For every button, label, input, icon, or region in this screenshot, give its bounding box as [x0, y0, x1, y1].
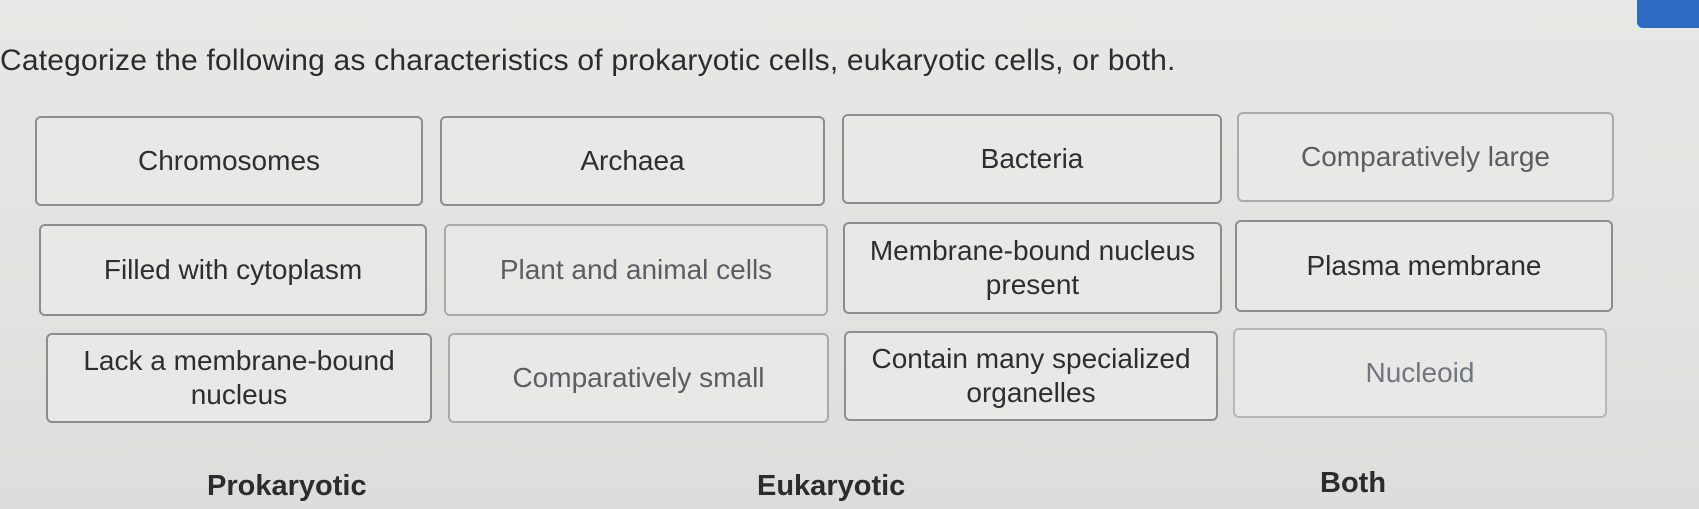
category-heading-eukaryotic: Eukaryotic: [757, 470, 906, 502]
page: Categorize the following as characterist…: [0, 0, 1699, 509]
answer-card-nucleoid[interactable]: Nucleoid: [1233, 328, 1607, 418]
answer-card-plant-and-animal-cells[interactable]: Plant and animal cells: [444, 224, 828, 316]
answer-card-lack-membrane-bound-nucleus[interactable]: Lack a membrane-bound nucleus: [46, 333, 432, 423]
category-heading-prokaryotic: Prokaryotic: [207, 470, 367, 502]
answer-card-bacteria[interactable]: Bacteria: [842, 114, 1222, 204]
answer-card-comparatively-large[interactable]: Comparatively large: [1237, 112, 1614, 202]
answer-card-archaea[interactable]: Archaea: [440, 116, 825, 206]
category-heading-both: Both: [1320, 467, 1387, 499]
answer-card-contain-many-specialized-organelles[interactable]: Contain many specialized organelles: [844, 331, 1218, 421]
question-prompt: Categorize the following as characterist…: [0, 44, 1176, 77]
answer-card-membrane-bound-nucleus-present[interactable]: Membrane-bound nucleus present: [843, 222, 1222, 314]
answer-card-comparatively-small[interactable]: Comparatively small: [448, 333, 829, 423]
answer-card-filled-with-cytoplasm[interactable]: Filled with cytoplasm: [39, 224, 427, 316]
corner-button[interactable]: [1637, 0, 1699, 28]
answer-card-plasma-membrane[interactable]: Plasma membrane: [1235, 220, 1613, 312]
answer-card-chromosomes[interactable]: Chromosomes: [35, 116, 423, 206]
